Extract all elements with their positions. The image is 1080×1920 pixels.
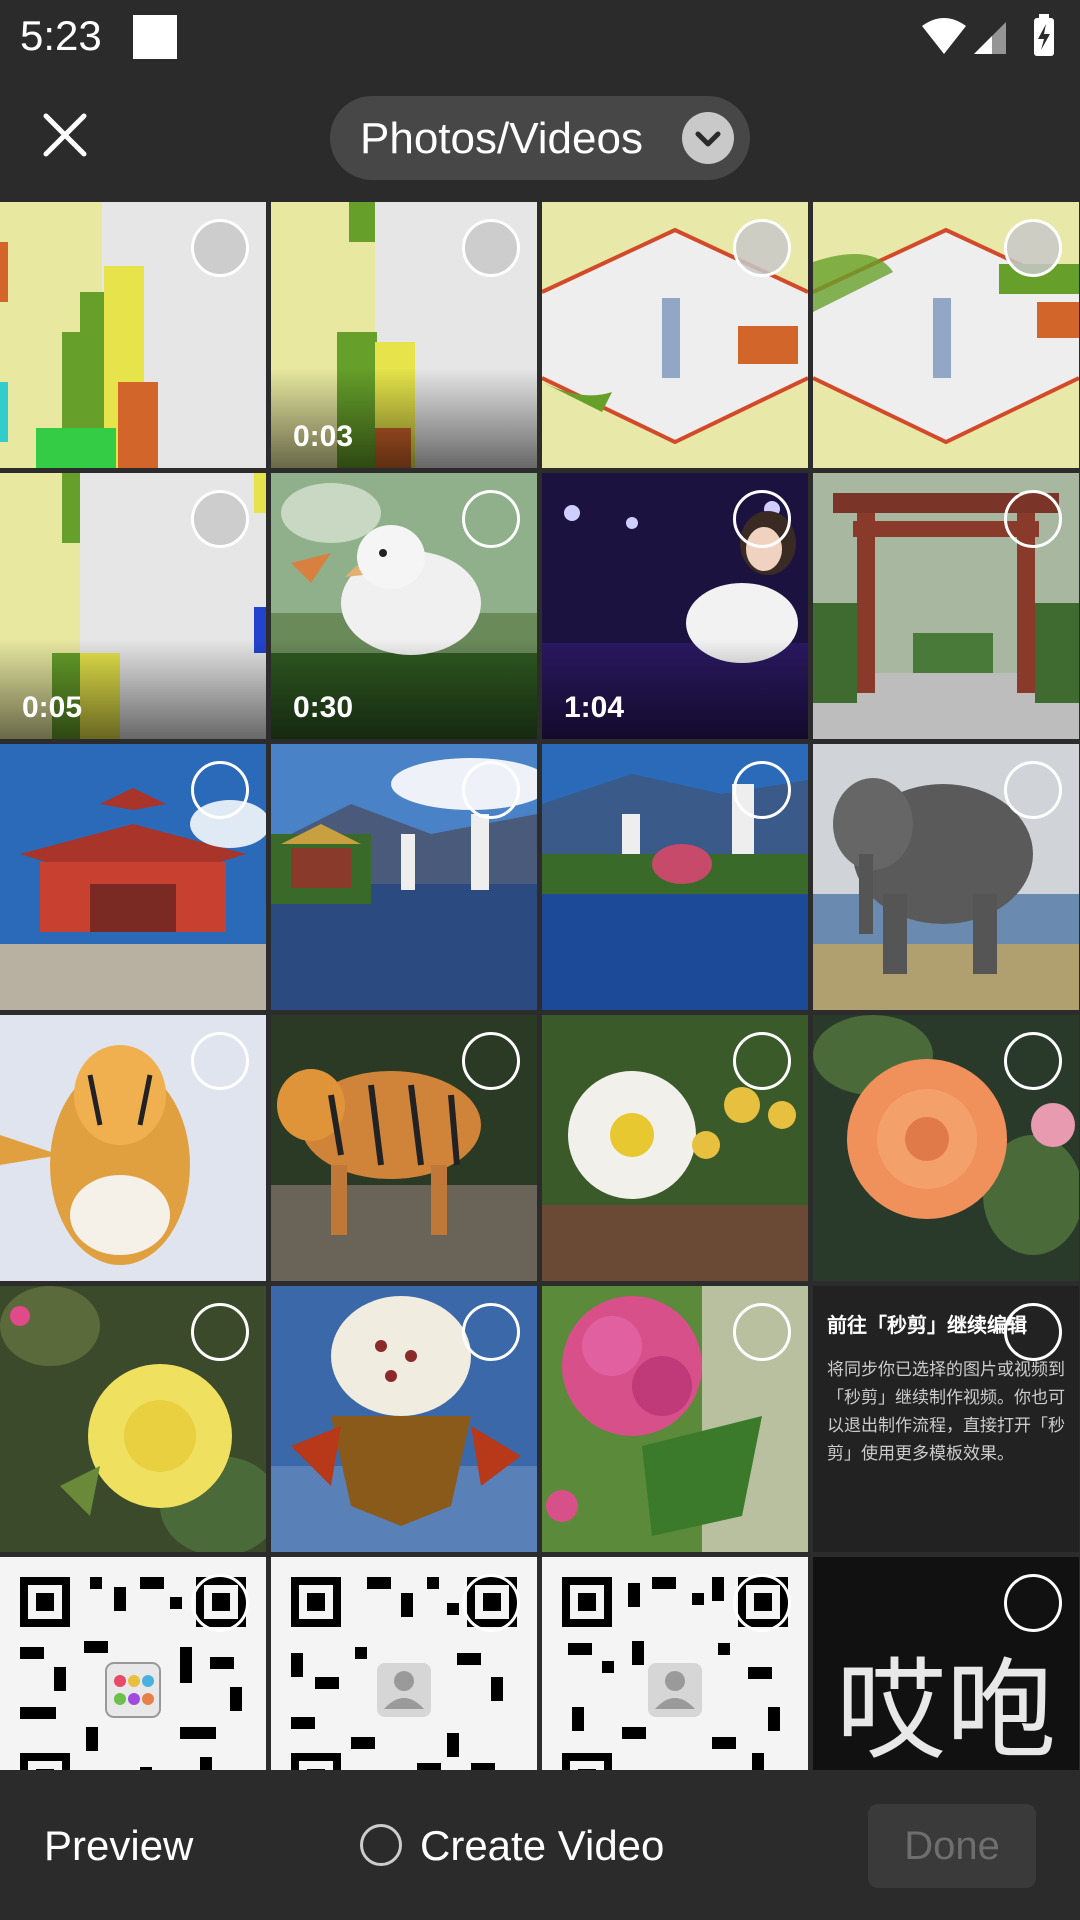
select-circle[interactable]: [1004, 1303, 1062, 1361]
media-thumbnail[interactable]: [542, 202, 808, 468]
album-selector-label: Photos/Videos: [360, 114, 643, 163]
create-video-radio[interactable]: [360, 1824, 402, 1866]
header: Photos/Videos: [0, 78, 1080, 202]
select-circle[interactable]: [462, 490, 520, 548]
media-thumbnail[interactable]: [271, 1286, 537, 1552]
album-selector[interactable]: Photos/Videos: [330, 96, 750, 180]
select-circle[interactable]: [1004, 490, 1062, 548]
select-circle[interactable]: [733, 761, 791, 819]
select-circle[interactable]: [733, 1574, 791, 1632]
media-thumbnail[interactable]: [271, 744, 537, 1010]
status-time: 5:23: [20, 12, 102, 59]
status-bar: 5:23: [0, 0, 1080, 78]
media-grid: 0:03 0:05 0:30 1:04 前往「秒剪」继续编辑 将同步你已选择的图…: [0, 202, 1080, 1770]
brand-image: 哎咆: [836, 1647, 1056, 1770]
media-thumbnail[interactable]: [542, 744, 808, 1010]
select-circle[interactable]: [1004, 1032, 1062, 1090]
preview-button[interactable]: Preview: [44, 1822, 193, 1870]
media-thumbnail[interactable]: 1:04: [542, 473, 808, 739]
media-thumbnail[interactable]: 0:30: [271, 473, 537, 739]
media-thumbnail[interactable]: [0, 202, 266, 468]
video-duration: 1:04: [564, 691, 625, 724]
select-circle[interactable]: [191, 490, 249, 548]
select-circle[interactable]: [191, 1032, 249, 1090]
video-duration: 0:05: [22, 691, 83, 724]
bottom-bar: Preview Create Video Done: [0, 1770, 1080, 1920]
media-thumbnail[interactable]: [542, 1015, 808, 1281]
select-circle[interactable]: [733, 490, 791, 548]
media-thumbnail[interactable]: [0, 1557, 266, 1770]
select-circle[interactable]: [462, 1303, 520, 1361]
media-thumbnail[interactable]: [0, 1286, 266, 1552]
select-circle[interactable]: [191, 1303, 249, 1361]
media-thumbnail[interactable]: [813, 473, 1079, 739]
media-thumbnail[interactable]: [813, 744, 1079, 1010]
select-circle[interactable]: [1004, 219, 1062, 277]
select-circle[interactable]: [733, 219, 791, 277]
close-icon: [43, 113, 87, 157]
media-thumbnail[interactable]: [813, 202, 1079, 468]
video-duration: 0:30: [293, 691, 354, 724]
media-thumbnail[interactable]: [271, 1015, 537, 1281]
media-thumbnail[interactable]: [0, 744, 266, 1010]
select-circle[interactable]: [191, 1574, 249, 1632]
battery-icon: [1034, 14, 1054, 56]
chevron-down-icon: [682, 112, 734, 164]
media-thumbnail[interactable]: 0:03: [271, 202, 537, 468]
video-duration: 0:03: [293, 420, 354, 453]
select-circle[interactable]: [462, 761, 520, 819]
select-circle[interactable]: [462, 1574, 520, 1632]
media-thumbnail[interactable]: [542, 1557, 808, 1770]
wifi-icon: [922, 18, 966, 54]
select-circle[interactable]: [191, 761, 249, 819]
select-circle[interactable]: [462, 1032, 520, 1090]
select-circle[interactable]: [1004, 1574, 1062, 1632]
media-thumbnail[interactable]: 0:05: [0, 473, 266, 739]
select-circle[interactable]: [191, 219, 249, 277]
signal-icon: [974, 22, 1006, 54]
media-thumbnail[interactable]: 前往「秒剪」继续编辑 将同步你已选择的图片或视频到「秒剪」继续制作视频。你也可以…: [813, 1286, 1079, 1552]
select-circle[interactable]: [462, 219, 520, 277]
promo-card-body: 将同步你已选择的图片或视频到「秒剪」继续制作视频。你也可以退出制作流程，直接打开…: [827, 1360, 1065, 1463]
done-button-label: Done: [904, 1824, 1000, 1868]
select-circle[interactable]: [733, 1032, 791, 1090]
notification-icon: [133, 15, 177, 59]
media-thumbnail[interactable]: [542, 1286, 808, 1552]
done-button[interactable]: Done: [868, 1804, 1036, 1888]
media-thumbnail[interactable]: [813, 1015, 1079, 1281]
status-icons: [922, 14, 1062, 65]
media-thumbnail[interactable]: [0, 1015, 266, 1281]
media-thumbnail[interactable]: 哎咆: [813, 1557, 1079, 1770]
create-video-label[interactable]: Create Video: [420, 1822, 664, 1870]
select-circle[interactable]: [1004, 761, 1062, 819]
select-circle[interactable]: [733, 1303, 791, 1361]
media-thumbnail[interactable]: [271, 1557, 537, 1770]
close-button[interactable]: [30, 100, 100, 170]
